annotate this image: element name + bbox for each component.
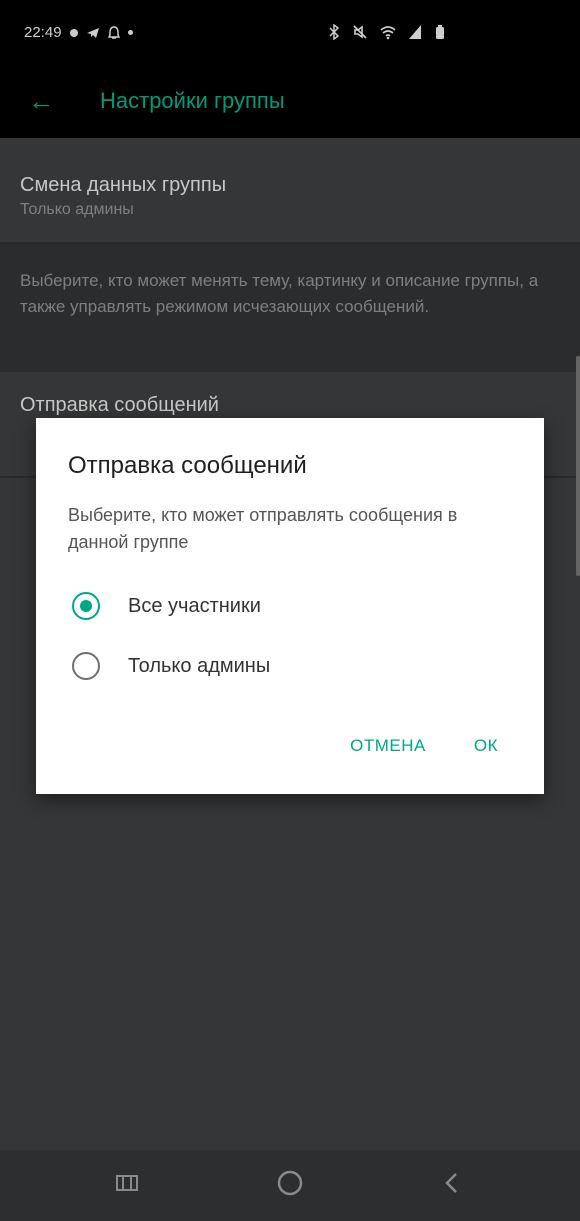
option-all-participants[interactable]: Все участники (72, 592, 261, 620)
send-messages-dialog: Отправка сообщений Выберите, кто может о… (36, 418, 544, 794)
navigation-bar (0, 1150, 580, 1221)
ok-button[interactable]: ОК (474, 736, 498, 756)
home-icon[interactable] (275, 1168, 305, 1198)
option-label: Все участники (128, 594, 261, 617)
dialog-actions: ОТМЕНА ОК (350, 736, 498, 756)
cancel-button[interactable]: ОТМЕНА (350, 736, 426, 756)
dialog-title: Отправка сообщений (68, 452, 307, 479)
radio-unselected-icon[interactable] (72, 652, 100, 680)
back-icon[interactable] (438, 1168, 468, 1198)
dialog-description: Выберите, кто может отправлять сообщения… (68, 505, 458, 552)
option-label: Только админы (128, 654, 271, 677)
recent-apps-icon[interactable] (112, 1168, 142, 1198)
option-admins-only[interactable]: Только админы (72, 652, 270, 680)
radio-selected-icon[interactable] (72, 592, 100, 620)
